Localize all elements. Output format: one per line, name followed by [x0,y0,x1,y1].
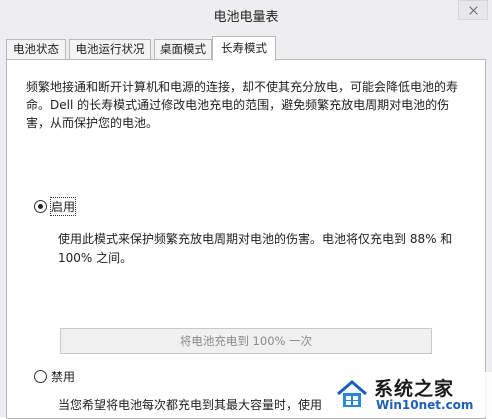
house-logo-icon [337,380,367,407]
enable-option[interactable]: 启用 [34,196,77,216]
title-bar: 电池电量表 [0,0,492,32]
battery-meter-window: 电池电量表 电池状态 电池运行状况 桌面模式 长寿模式 频繁地接通和断开计算机和… [0,0,492,419]
window-title: 电池电量表 [213,10,279,25]
watermark-name: 系统之家 [374,378,455,400]
enable-radio[interactable] [34,199,47,213]
tab-battery-status[interactable]: 电池状态 [6,39,66,59]
charge-once-button[interactable]: 将电池充电到 100% 一次 [60,328,432,354]
enable-label[interactable]: 启用 [49,196,77,216]
tab-battery-health[interactable]: 电池运行状况 [69,39,151,59]
watermark-url: Win10net.com [376,398,474,412]
tab-desktop-mode[interactable]: 桌面模式 [154,39,212,59]
watermark: 系统之家 Win10net.com [328,372,492,417]
disable-label[interactable]: 禁用 [51,368,75,385]
longevity-description: 频繁地接通和断开计算机和电源的连接，却不使其充分放电，可能会降低电池的寿命。De… [26,80,459,130]
disable-option[interactable]: 禁用 [34,367,75,385]
disable-radio[interactable] [34,369,47,383]
tab-longevity-mode[interactable]: 长寿模式 [212,36,276,61]
tab-strip: 电池状态 电池运行状况 桌面模式 长寿模式 [6,36,486,61]
enable-detail: 使用此模式来保护频繁充放电周期对电池的伤害。电池将仅充电到 88% 和 100%… [58,232,453,265]
close-button[interactable] [458,0,488,20]
